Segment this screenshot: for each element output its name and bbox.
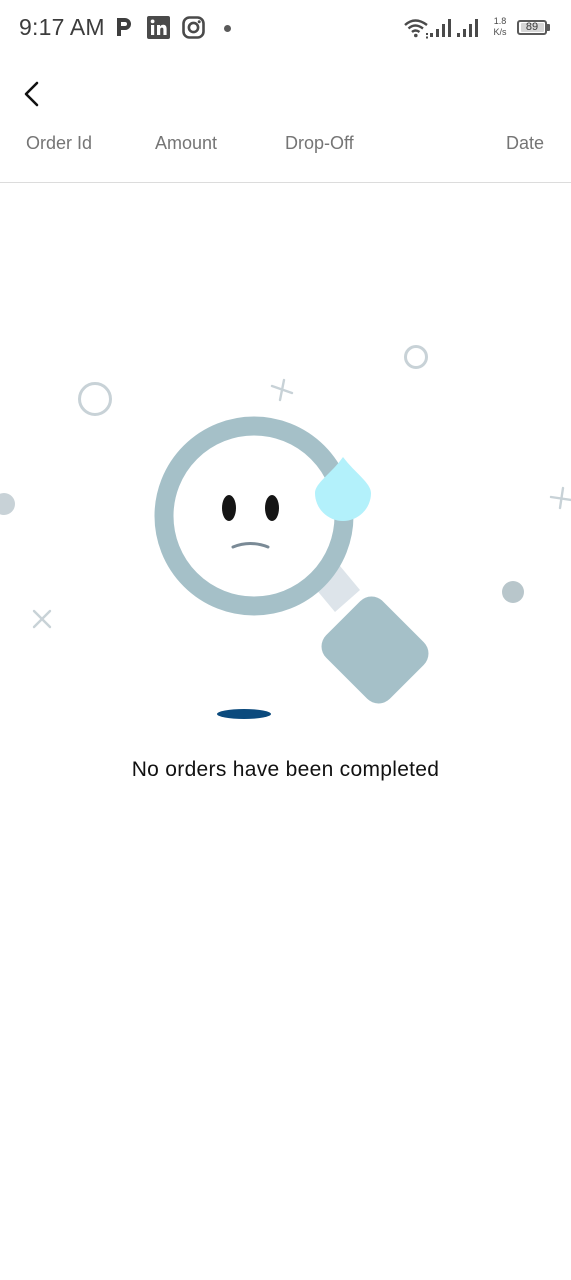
left-eye [222,495,236,521]
network-speed-value: 1.8 [493,16,507,26]
back-button[interactable] [14,76,50,112]
wifi-icon [403,17,429,44]
deco-dot [502,581,524,603]
table-header: Order Id Amount Drop-Off Date [0,126,571,183]
paytm-icon [115,16,133,43]
empty-state-message: No orders have been completed [131,758,440,781]
status-bar: 9:17 AM 1.8 K/s 89 [0,0,571,58]
sad-magnifying-glass-illustration [0,345,571,719]
deco-cross [549,486,571,510]
column-header-amount[interactable]: Amount [155,133,217,154]
ground-shadow [217,709,271,719]
deco-dot [0,493,15,515]
deco-circle [78,382,112,416]
right-eye [265,495,279,521]
deco-circle [404,345,428,369]
column-header-drop-off[interactable]: Drop-Off [285,133,354,154]
notification-dot [224,25,231,32]
battery-level: 89 [525,21,539,33]
orders-screen: 9:17 AM 1.8 K/s 89 Order Id Amount Drop-… [0,0,571,1280]
empty-state-illustration [0,330,571,730]
deco-cross [270,378,294,402]
network-speed: 1.8 K/s [489,16,511,38]
signal-icon [430,18,454,43]
signal-icon-2 [457,18,481,43]
instagram-icon [182,16,205,44]
column-header-order-id[interactable]: Order Id [26,133,92,154]
magnifier-lens [154,416,354,616]
network-speed-unit: K/s [493,27,507,37]
chevron-left-icon [24,81,39,107]
column-header-date[interactable]: Date [506,133,544,154]
status-time: 9:17 AM [19,14,105,40]
linkedin-icon [147,16,170,44]
deco-cross [32,609,52,629]
